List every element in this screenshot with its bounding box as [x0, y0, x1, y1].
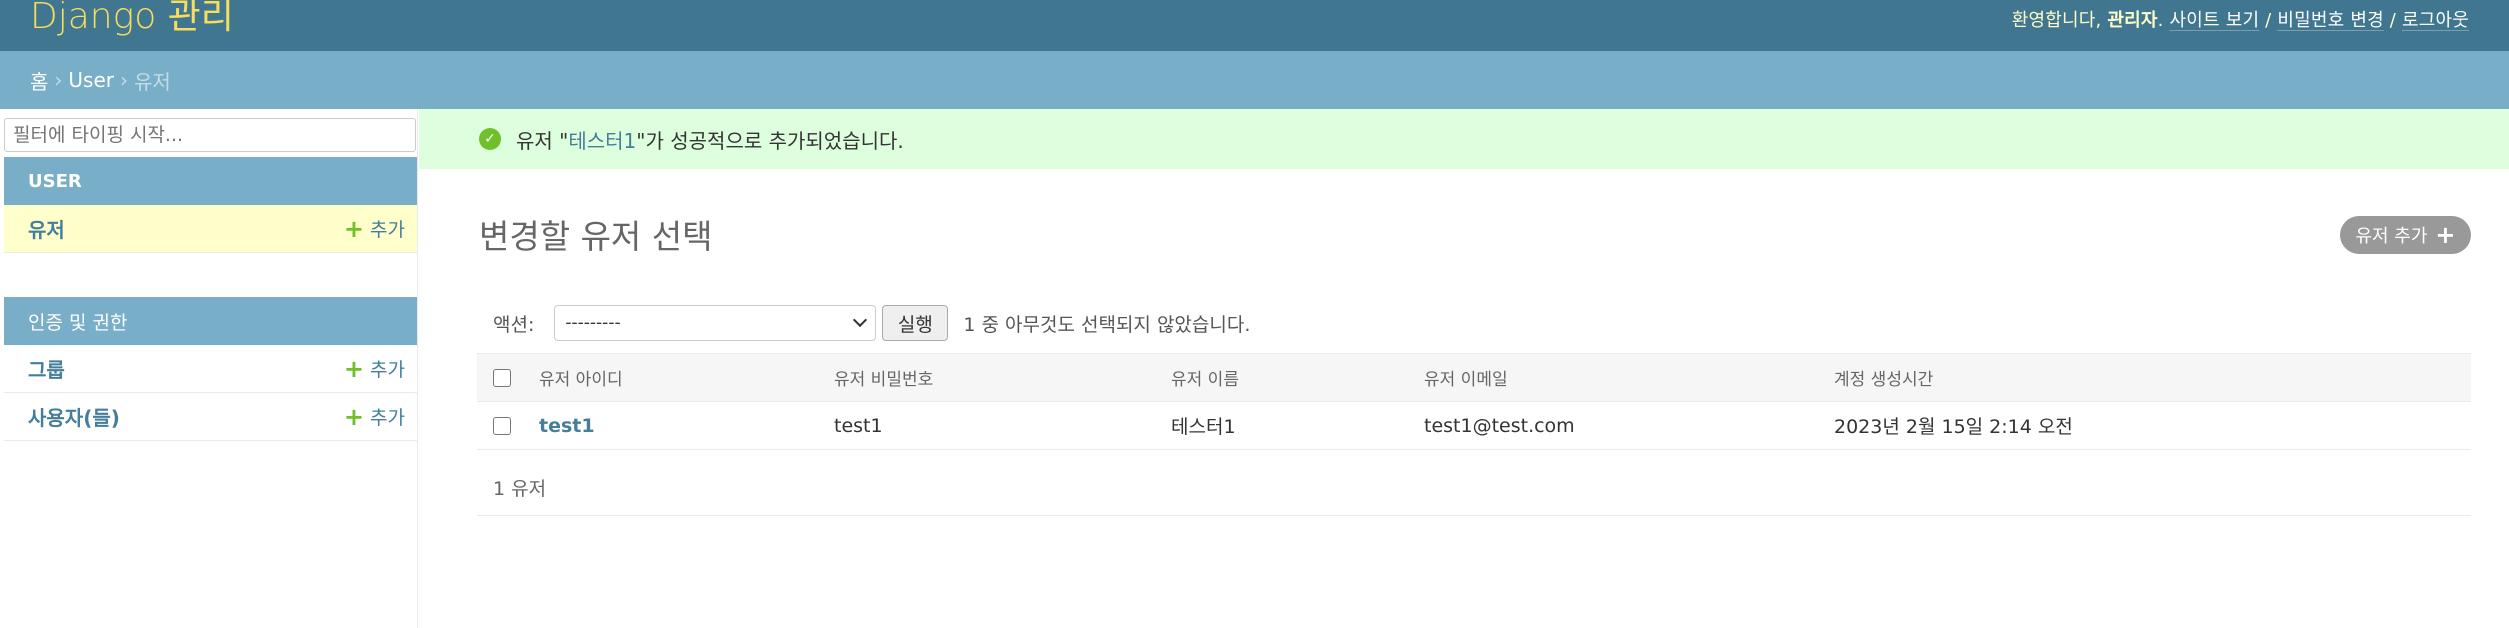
logout-link[interactable]: 로그아웃: [2402, 10, 2469, 31]
sidebar-item-label[interactable]: 그룹: [28, 354, 65, 383]
welcome-text: 환영합니다,: [2011, 9, 2108, 31]
add-label: 추가: [370, 219, 405, 241]
table-header-row: 유저 아이디 유저 비밀번호 유저 이름 유저 이메일 계정 생성시간: [477, 353, 2471, 402]
message-suffix: "가 성공적으로 추가되었습니다.: [636, 128, 904, 153]
select-all-cell: [477, 354, 529, 402]
breadcrumb-separator: ›: [54, 68, 63, 92]
check-icon: ✓: [479, 128, 501, 150]
header: Django 관리 환영합니다, 관리자. 사이트 보기 / 비밀번호 변경 /…: [0, 0, 2509, 51]
site-branding[interactable]: Django 관리: [30, 0, 234, 35]
column-header[interactable]: 유저 비밀번호: [824, 354, 1161, 402]
go-button[interactable]: 실행: [882, 305, 949, 341]
sidebar-item-label[interactable]: 사용자(들): [28, 402, 120, 431]
column-header[interactable]: 계정 생성시간: [1824, 354, 2471, 402]
nav-sidebar: USER 유저 +추가 인증 및 권한 그룹 +추가 사용자(들) +추가: [0, 109, 418, 628]
row-checkbox[interactable]: [493, 417, 511, 435]
sidebar-item-groups: 그룹 + 추가: [4, 345, 417, 393]
cell-created: 2023년 2월 15일 2:14 오전: [1834, 416, 2073, 438]
action-select[interactable]: ---------: [554, 305, 877, 341]
breadcrumb-home[interactable]: 홈: [30, 66, 48, 95]
action-select-value: ---------: [565, 313, 621, 333]
module-caption-auth[interactable]: 인증 및 권한: [4, 297, 417, 345]
cell-email: test1@test.com: [1424, 414, 1575, 437]
add-label: 추가: [370, 407, 405, 429]
row-select-cell: [477, 402, 529, 450]
add-group-link[interactable]: + 추가: [344, 355, 405, 382]
column-header[interactable]: 유저 이메일: [1414, 354, 1824, 402]
breadcrumb-current: 유저: [134, 69, 171, 94]
result-table: 유저 아이디 유저 비밀번호 유저 이름 유저 이메일 계정 생성시간 test…: [477, 353, 2471, 450]
column-header[interactable]: 유저 이름: [1161, 354, 1414, 402]
actions-bar: 액션: --------- 실행 1 중 아무것도 선택되지 않았습니다.: [479, 293, 2471, 353]
view-site-link[interactable]: 사이트 보기: [2170, 10, 2260, 31]
table-row: test1 test1 테스터1 test1@test.com 2023년 2월…: [477, 402, 2471, 450]
cell-id: test1: [529, 402, 824, 450]
plus-icon: +: [2435, 221, 2456, 249]
plus-icon: +: [343, 214, 365, 243]
add-label: 추가: [370, 359, 405, 381]
add-users-link[interactable]: + 추가: [344, 403, 405, 430]
module-caption-user[interactable]: USER: [4, 157, 417, 205]
add-user-button[interactable]: 유저 추가 +: [2340, 216, 2471, 254]
plus-icon: +: [343, 354, 365, 383]
change-password-link[interactable]: 비밀번호 변경: [2277, 10, 2383, 31]
add-user-label: 유저 추가: [2355, 226, 2428, 247]
breadcrumb-app[interactable]: User: [68, 68, 114, 92]
separator: /: [2259, 9, 2278, 31]
module-auth: 인증 및 권한 그룹 + 추가 사용자(들) + 추가: [4, 297, 417, 441]
sidebar-item-user: 유저 + 추가: [4, 205, 417, 253]
module-user: USER 유저 + 추가: [4, 157, 417, 253]
dot-separator: .: [2157, 9, 2170, 31]
sidebar-item-users: 사용자(들) + 추가: [4, 393, 417, 441]
selection-counter: 1 중 아무것도 선택되지 않았습니다.: [963, 313, 1251, 336]
username: 관리자: [2107, 9, 2158, 31]
breadcrumb-separator: ›: [120, 68, 128, 92]
chevron-down-icon: [853, 312, 868, 328]
cell-name: 테스터1: [1171, 416, 1236, 438]
page-title: 변경할 유저 선택: [479, 217, 713, 256]
row-link[interactable]: test1: [539, 415, 595, 437]
sidebar-filter-input[interactable]: [4, 118, 416, 152]
add-user-link[interactable]: + 추가: [344, 215, 405, 242]
message-prefix: 유저 ": [516, 128, 569, 153]
paginator: 1 유저: [477, 460, 2471, 516]
sidebar-item-label[interactable]: 유저: [28, 214, 65, 243]
separator: /: [2383, 9, 2402, 31]
action-label: 액션:: [493, 313, 535, 336]
plus-icon: +: [343, 402, 365, 431]
column-header[interactable]: 유저 아이디: [529, 354, 824, 402]
user-tools: 환영합니다, 관리자. 사이트 보기 / 비밀번호 변경 / 로그아웃: [2012, 6, 2469, 32]
success-message: ✓ 유저 " 테스터1 "가 성공적으로 추가되었습니다.: [419, 109, 2509, 169]
select-all-checkbox[interactable]: [493, 368, 511, 387]
message-object-link[interactable]: 테스터1: [568, 125, 636, 154]
breadcrumb: 홈 › User › 유저: [0, 51, 2509, 109]
cell-password: test1: [834, 414, 883, 437]
